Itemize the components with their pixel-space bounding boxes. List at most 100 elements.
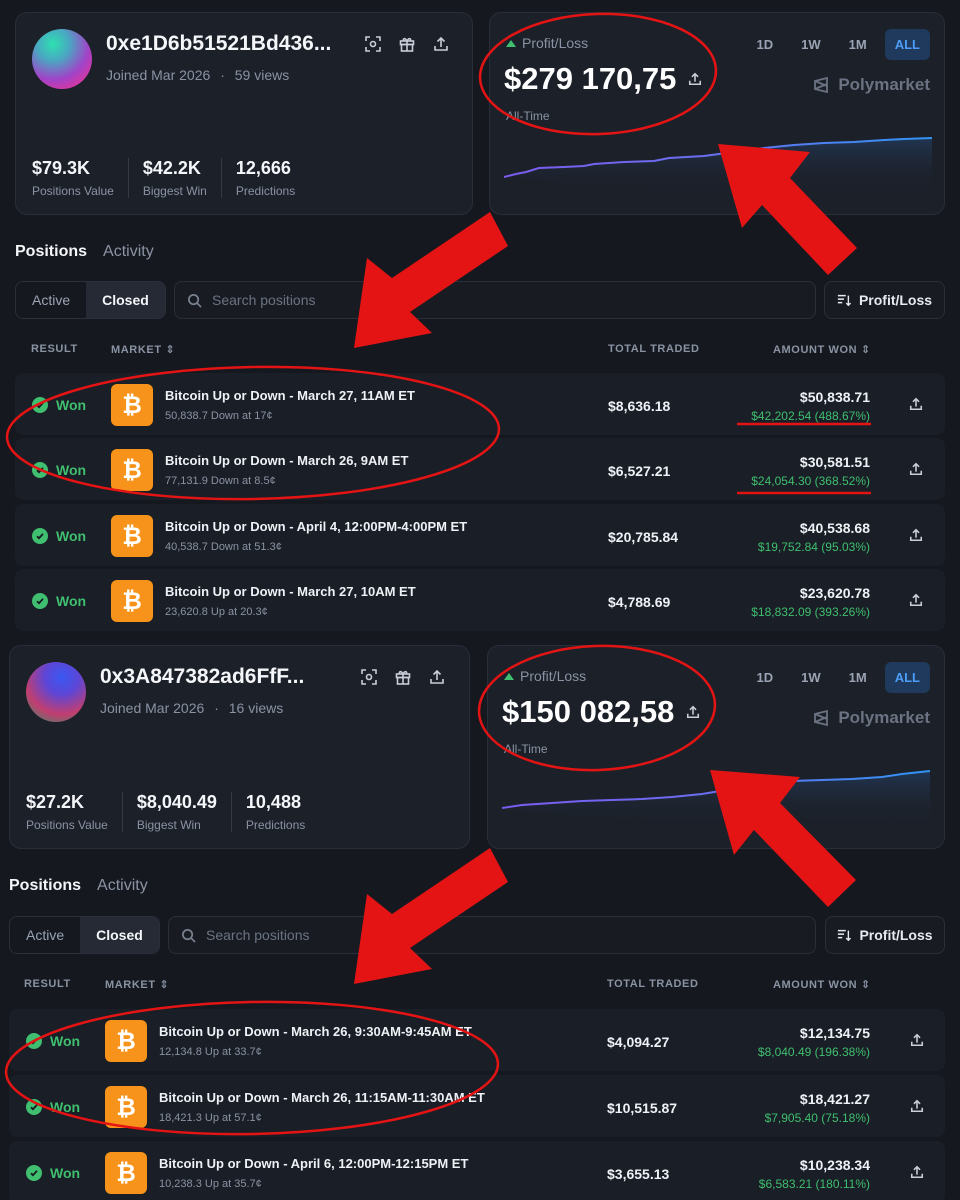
amount-gain: $42,202.54 (488.67%) bbox=[751, 409, 870, 423]
col-total-traded: TOTAL TRADED bbox=[608, 343, 700, 355]
total-traded: $20,785.84 bbox=[608, 529, 679, 545]
market-title[interactable]: Bitcoin Up or Down - April 4, 12:00PM-4:… bbox=[165, 519, 467, 534]
tab-positions[interactable]: Positions bbox=[15, 243, 87, 261]
stat-predictions: 10,488 Predictions bbox=[246, 792, 319, 832]
share-icon[interactable] bbox=[428, 668, 446, 686]
table-row[interactable]: Won ₿ Bitcoin Up or Down - April 4, 12:0… bbox=[15, 504, 945, 566]
amount-value: $30,581.51 bbox=[799, 454, 870, 470]
table-row[interactable]: Won ₿ Bitcoin Up or Down - March 27, 11A… bbox=[15, 373, 945, 435]
table-row[interactable]: Won ₿ Bitcoin Up or Down - March 27, 10A… bbox=[15, 569, 945, 631]
bitcoin-icon: ₿ bbox=[105, 1152, 147, 1194]
amount-won: $30,581.51 $24,054.30 (368.52%) bbox=[751, 454, 870, 488]
share-icon[interactable] bbox=[910, 1099, 924, 1113]
table-row[interactable]: Won ₿ Bitcoin Up or Down - March 26, 9:3… bbox=[9, 1009, 945, 1071]
table-row[interactable]: Won ₿ Bitcoin Up or Down - April 6, 12:0… bbox=[9, 1141, 945, 1200]
col-market[interactable]: MARKET ⇕ bbox=[111, 343, 175, 356]
col-amount-label: AMOUNT WON bbox=[773, 344, 858, 356]
share-icon[interactable] bbox=[910, 1033, 924, 1047]
amount-won: $12,134.75 $8,040.49 (196.38%) bbox=[758, 1025, 870, 1059]
market-title[interactable]: Bitcoin Up or Down - April 6, 12:00PM-12… bbox=[159, 1156, 468, 1171]
share-icon[interactable] bbox=[909, 593, 923, 607]
range-selector: 1D 1W 1M ALL bbox=[747, 662, 930, 693]
share-icon[interactable] bbox=[432, 35, 450, 53]
filter-active[interactable]: Active bbox=[10, 917, 80, 953]
result-label: Won bbox=[50, 1033, 81, 1049]
stat-label: Biggest Win bbox=[136, 818, 201, 832]
market-title[interactable]: Bitcoin Up or Down - March 26, 9AM ET bbox=[165, 453, 408, 468]
range-1w[interactable]: 1W bbox=[791, 662, 831, 693]
joined-info: Joined Mar 2026 · 16 views bbox=[100, 700, 284, 716]
avatar[interactable] bbox=[26, 662, 86, 722]
total-traded: $10,515.87 bbox=[607, 1100, 678, 1116]
market-subtitle: 18,421.3 Up at 57.1¢ bbox=[159, 1112, 262, 1124]
sort-icon bbox=[838, 929, 852, 942]
tab-activity[interactable]: Activity bbox=[97, 877, 148, 895]
avatar[interactable] bbox=[32, 29, 92, 89]
col-amount-won[interactable]: AMOUNT WON ⇕ bbox=[773, 978, 871, 991]
share-icon[interactable] bbox=[910, 1165, 924, 1179]
search-input[interactable] bbox=[212, 292, 772, 308]
amount-gain: $24,054.30 (368.52%) bbox=[751, 474, 870, 488]
search-icon bbox=[188, 293, 202, 308]
joined-date: Joined Mar 2026 bbox=[106, 67, 211, 83]
result-label: Won bbox=[56, 593, 87, 609]
col-amount-won[interactable]: AMOUNT WON ⇕ bbox=[773, 343, 871, 356]
range-1d[interactable]: 1D bbox=[747, 662, 784, 693]
share-icon[interactable] bbox=[686, 705, 700, 719]
amount-won: $50,838.71 $42,202.54 (488.67%) bbox=[751, 389, 870, 423]
sort-button[interactable]: Profit/Loss bbox=[825, 916, 945, 954]
bitcoin-icon: ₿ bbox=[105, 1020, 147, 1062]
search-input[interactable] bbox=[206, 927, 766, 943]
status-filter: Active Closed bbox=[15, 281, 166, 319]
profile-stats: $27.2K Positions Value $8,040.49 Biggest… bbox=[26, 792, 333, 832]
scan-icon[interactable] bbox=[360, 668, 378, 686]
search-box bbox=[168, 916, 816, 954]
pnl-sparkline bbox=[502, 770, 930, 828]
col-result: RESULT bbox=[31, 343, 78, 355]
check-circle-icon bbox=[32, 397, 48, 413]
stat-label: Predictions bbox=[245, 818, 306, 832]
table-row[interactable]: Won ₿ Bitcoin Up or Down - March 26, 11:… bbox=[9, 1075, 945, 1137]
market-title[interactable]: Bitcoin Up or Down - March 26, 11:15AM-1… bbox=[159, 1090, 485, 1105]
tab-positions[interactable]: Positions bbox=[9, 877, 81, 895]
col-market[interactable]: MARKET ⇕ bbox=[105, 978, 169, 991]
range-all[interactable]: ALL bbox=[884, 29, 930, 60]
market-title[interactable]: Bitcoin Up or Down - March 27, 10AM ET bbox=[165, 584, 416, 599]
profile-tabs: Positions Activity bbox=[15, 243, 154, 261]
range-1m[interactable]: 1M bbox=[839, 29, 877, 60]
brand-name: Polymarket bbox=[838, 75, 930, 94]
scan-icon[interactable] bbox=[364, 35, 382, 53]
polymarket-icon bbox=[814, 709, 829, 727]
amount-value: $12,134.75 bbox=[799, 1025, 870, 1041]
col-amount-label: AMOUNT WON bbox=[773, 979, 858, 991]
range-1d[interactable]: 1D bbox=[747, 29, 784, 60]
pnl-value: $150 082,58 bbox=[502, 694, 700, 730]
share-icon[interactable] bbox=[909, 528, 923, 542]
filter-closed[interactable]: Closed bbox=[80, 917, 159, 953]
tab-activity[interactable]: Activity bbox=[103, 243, 154, 261]
range-1m[interactable]: 1M bbox=[839, 662, 877, 693]
status-filter: Active Closed bbox=[9, 916, 160, 954]
result-won: Won bbox=[32, 462, 86, 478]
range-all[interactable]: ALL bbox=[884, 662, 930, 693]
stat-value: $79.3K bbox=[32, 158, 91, 178]
result-label: Won bbox=[50, 1165, 81, 1181]
share-icon[interactable] bbox=[909, 462, 923, 476]
share-icon[interactable] bbox=[909, 397, 923, 411]
view-count: 16 views bbox=[228, 700, 284, 716]
market-title[interactable]: Bitcoin Up or Down - March 26, 9:30AM-9:… bbox=[159, 1024, 472, 1039]
gift-icon[interactable] bbox=[398, 35, 416, 53]
filter-closed[interactable]: Closed bbox=[86, 282, 165, 318]
range-1w[interactable]: 1W bbox=[791, 29, 831, 60]
filter-active[interactable]: Active bbox=[16, 282, 86, 318]
gift-icon[interactable] bbox=[394, 668, 412, 686]
share-icon[interactable] bbox=[688, 72, 702, 86]
market-subtitle: 40,538.7 Down at 51.3¢ bbox=[165, 541, 282, 553]
table-row[interactable]: Won ₿ Bitcoin Up or Down - March 26, 9AM… bbox=[15, 438, 945, 500]
bitcoin-icon: ₿ bbox=[111, 384, 153, 426]
sort-button[interactable]: Profit/Loss bbox=[824, 281, 945, 319]
pnl-label: Profit/Loss bbox=[522, 35, 589, 51]
col-result: RESULT bbox=[24, 978, 71, 990]
market-title[interactable]: Bitcoin Up or Down - March 27, 11AM ET bbox=[165, 388, 415, 403]
total-traded: $4,788.69 bbox=[608, 594, 671, 610]
